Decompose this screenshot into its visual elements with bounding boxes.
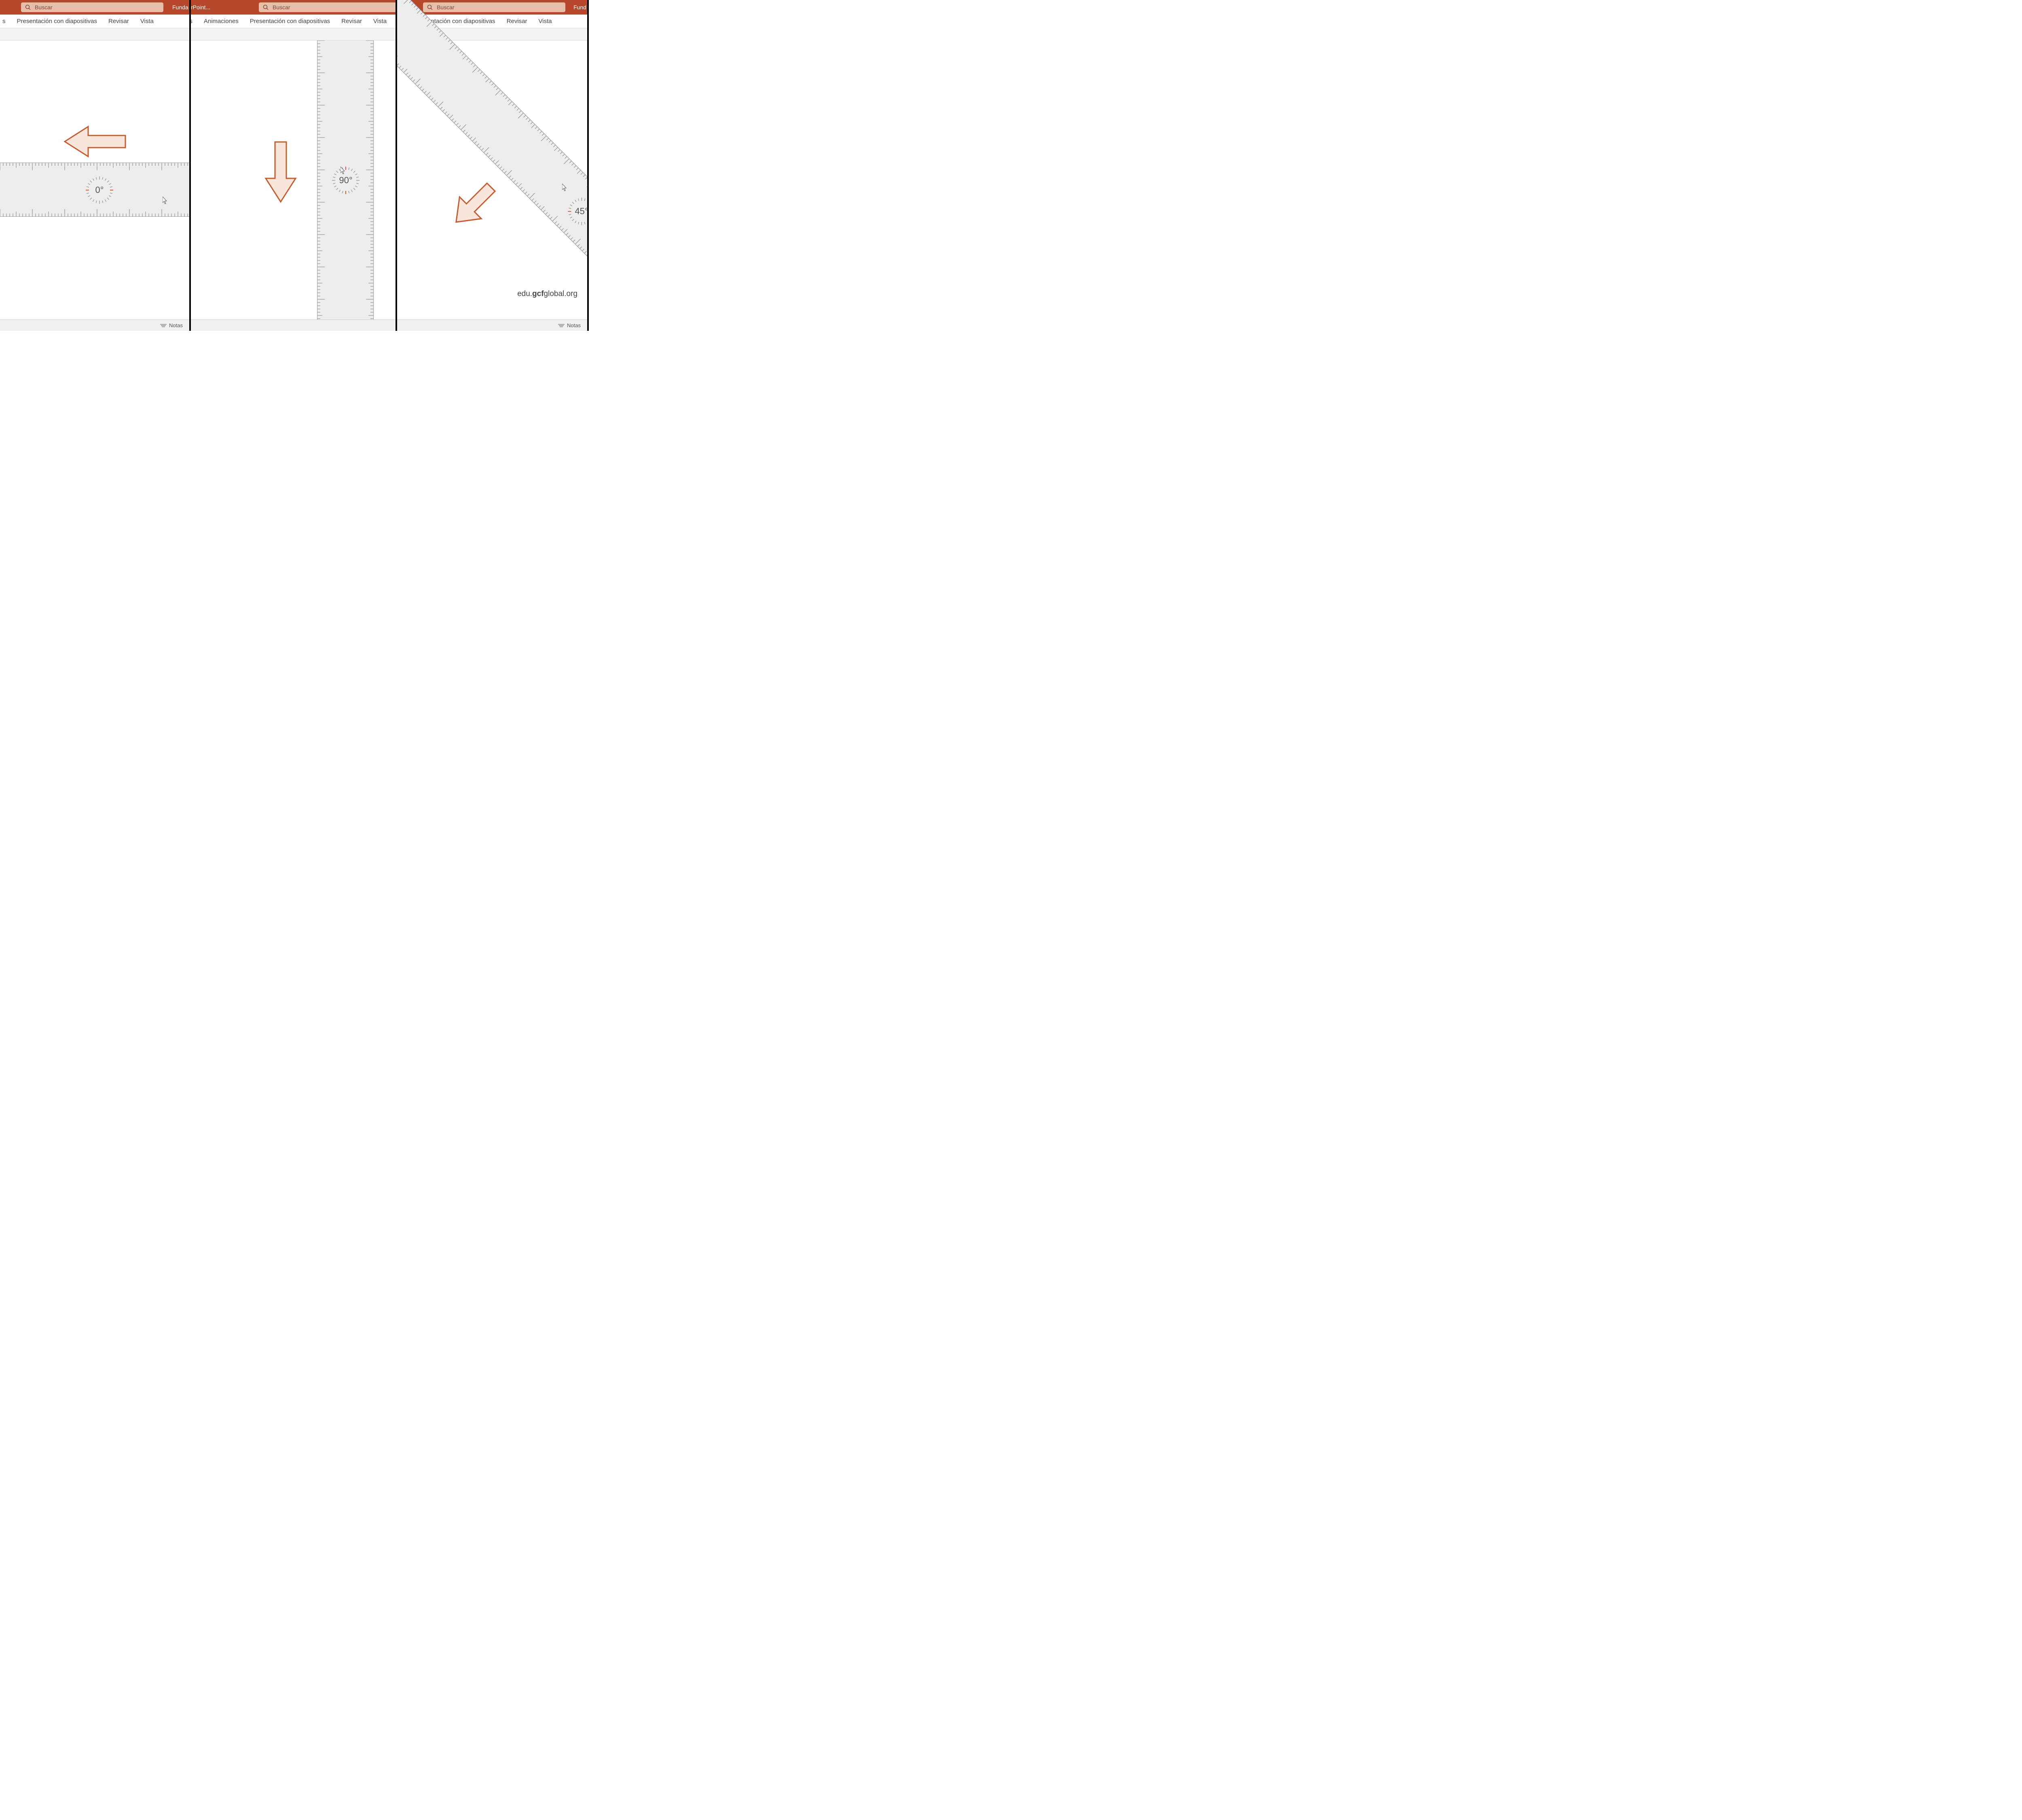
search-box[interactable]: Buscar (423, 2, 565, 12)
ribbon-strip (0, 28, 189, 40)
ruler-horizontal[interactable]: 0° (0, 163, 190, 217)
cursor-icon (562, 184, 568, 192)
angle-dial: 0° (85, 176, 114, 205)
notes-icon (558, 324, 565, 328)
title-bar: rPoint... Buscar (191, 0, 396, 15)
pane-45deg: Buscar Fund nes Presentación con diaposi… (397, 0, 589, 331)
title-bar: Buscar Fund (397, 0, 587, 15)
tab-fragment[interactable]: es (191, 18, 192, 25)
tab-vista[interactable]: Vista (373, 18, 387, 25)
tab-vista[interactable]: Vista (140, 18, 154, 25)
search-placeholder: Buscar (273, 4, 290, 11)
ruler-vertical[interactable]: 90° (317, 40, 374, 320)
slide-canvas[interactable]: 90° (191, 40, 396, 320)
status-bar (191, 320, 396, 331)
pane-90deg: rPoint... Buscar es Animaciones Presenta… (191, 0, 397, 331)
arrow-shape-upleft[interactable] (446, 180, 501, 229)
tab-animaciones[interactable]: Animaciones (204, 18, 239, 25)
search-icon (427, 4, 433, 10)
search-icon (25, 4, 31, 10)
window-title-fragment: Funda (172, 4, 189, 11)
ribbon-tabs: es Animaciones Presentación con diaposit… (191, 15, 396, 28)
slide-canvas[interactable]: 45° edu.gcfglobal.org (397, 40, 587, 320)
arrow-shape-left[interactable] (64, 124, 127, 159)
arrow-shape-down[interactable] (263, 141, 298, 203)
ruler-diagonal[interactable]: 45° (397, 0, 589, 313)
watermark: edu.gcfglobal.org (517, 290, 577, 298)
tab-revisar[interactable]: Revisar (507, 18, 527, 25)
tab-presentacion[interactable]: Presentación con diapositivas (17, 18, 97, 25)
notes-button[interactable]: Notas (567, 322, 581, 328)
slide-canvas[interactable]: 0° (0, 40, 189, 320)
window-title-fragment: Fund (573, 4, 587, 11)
tab-revisar[interactable]: Revisar (341, 18, 362, 25)
ribbon-strip (191, 28, 396, 40)
cursor-icon (163, 197, 168, 205)
pane-0deg: Buscar Funda s Presentación con diaposit… (0, 0, 191, 331)
notes-button[interactable]: Notas (169, 322, 183, 328)
cursor-icon (341, 167, 346, 175)
tab-fragment[interactable]: s (2, 18, 6, 25)
window-title-fragment: rPoint... (191, 4, 210, 11)
search-placeholder: Buscar (35, 4, 53, 11)
angle-readout: 45° (575, 206, 588, 217)
ribbon-tabs: s Presentación con diapositivas Revisar … (0, 15, 189, 28)
search-box[interactable]: Buscar (21, 2, 163, 12)
notes-icon (160, 324, 167, 328)
search-placeholder: Buscar (437, 4, 455, 11)
tab-revisar[interactable]: Revisar (108, 18, 129, 25)
search-box[interactable]: Buscar (259, 2, 396, 12)
title-bar: Buscar Funda (0, 0, 189, 15)
tab-presentacion[interactable]: Presentación con diapositivas (250, 18, 330, 25)
tab-vista[interactable]: Vista (539, 18, 552, 25)
status-bar: Notas (0, 320, 189, 331)
status-bar: Notas (397, 320, 587, 331)
search-icon (263, 4, 269, 10)
